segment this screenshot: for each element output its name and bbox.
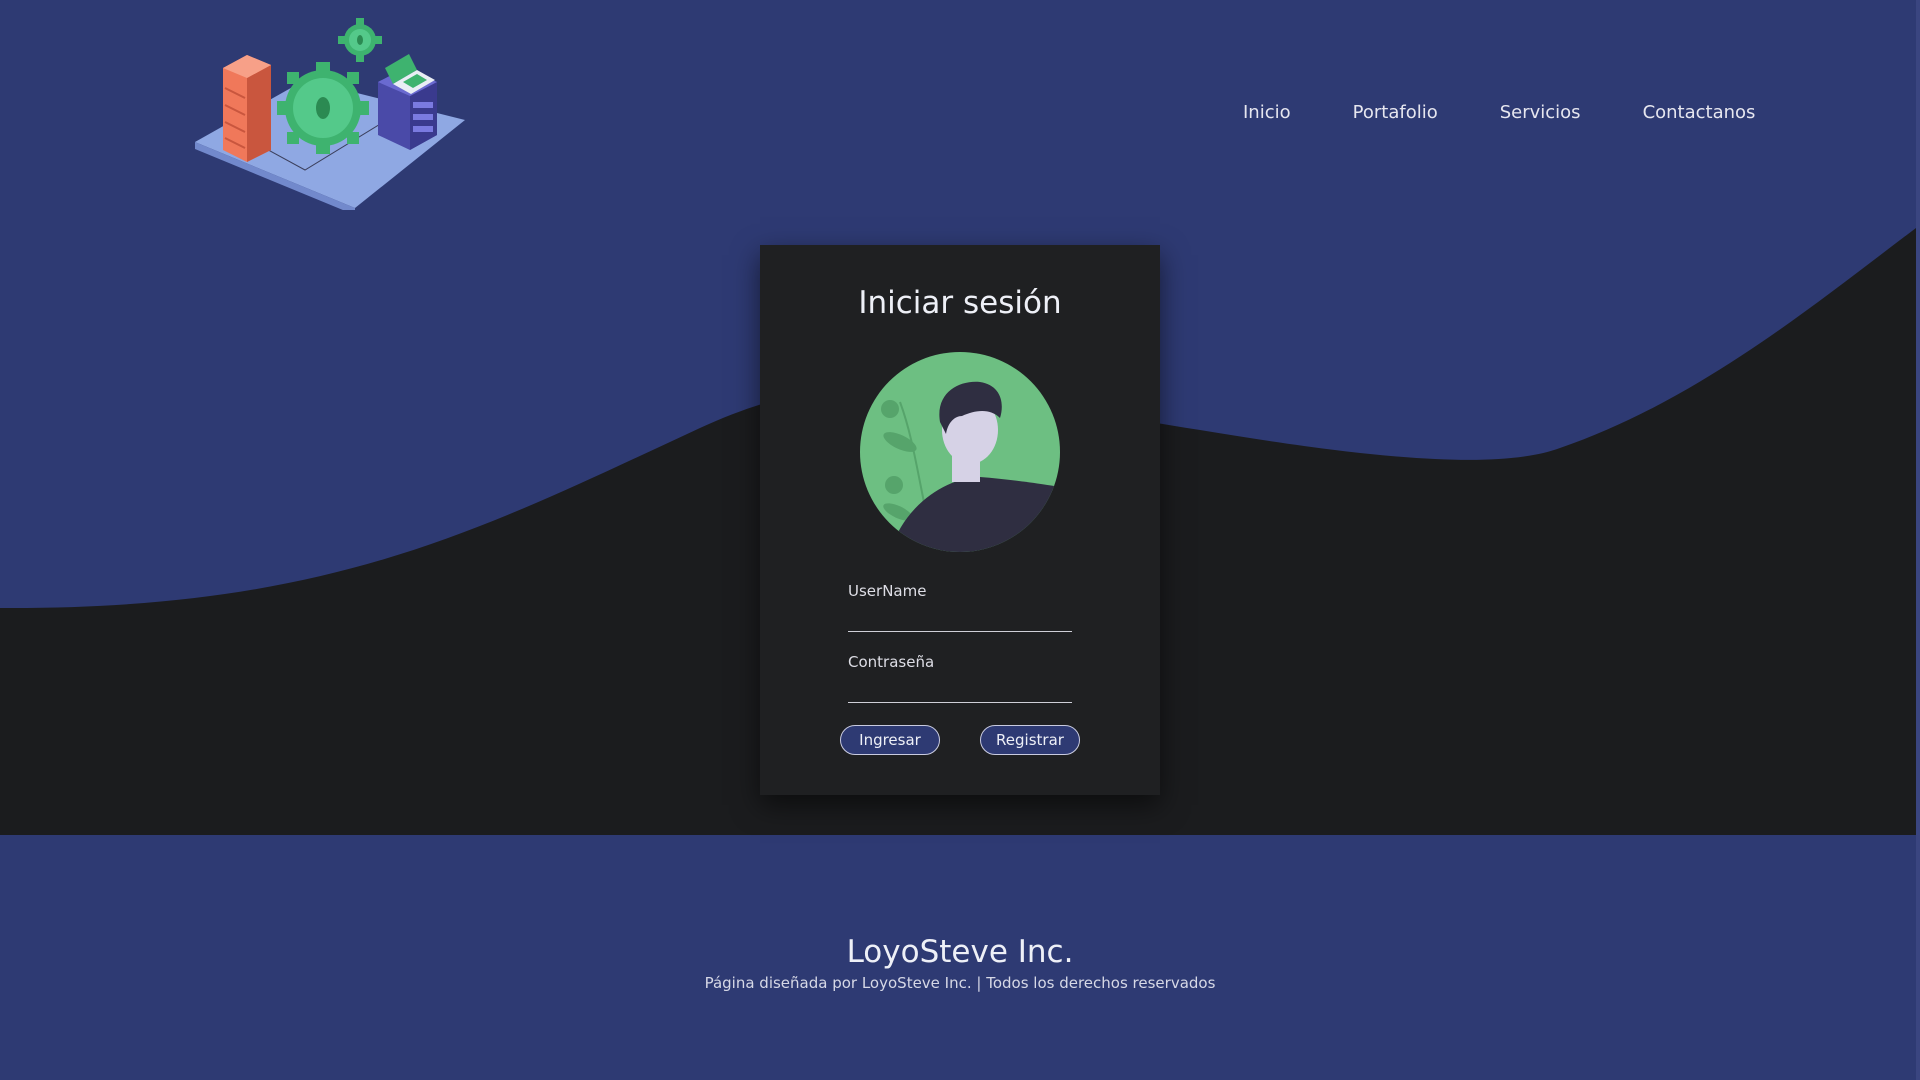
main-nav: Inicio Portafolio Servicios Contactanos (1243, 100, 1755, 126)
username-label: UserName (848, 582, 927, 600)
username-input[interactable] (848, 607, 1072, 632)
footer-copyright: Página diseñada por LoyoSteve Inc. | Tod… (704, 974, 1216, 992)
login-card: Iniciar sesión UserName Contraseña Ingre… (760, 245, 1160, 795)
nav-servicios-link[interactable]: Servicios (1500, 100, 1581, 126)
user-avatar-icon (860, 352, 1060, 552)
nav-inicio-link[interactable]: Inicio (1243, 100, 1291, 126)
registrar-button[interactable]: Registrar (980, 725, 1080, 755)
password-input[interactable] (848, 678, 1072, 703)
logo-icon (195, 18, 465, 210)
nav-contactanos-link[interactable]: Contactanos (1643, 100, 1756, 126)
nav-portafolio-link[interactable]: Portafolio (1353, 100, 1438, 126)
password-label: Contraseña (848, 653, 935, 671)
page-scrollbar[interactable] (1916, 0, 1920, 1080)
login-title: Iniciar sesión (858, 285, 1062, 321)
ingresar-button[interactable]: Ingresar (840, 725, 940, 755)
footer-brand: LoyoSteve Inc. (846, 934, 1074, 970)
